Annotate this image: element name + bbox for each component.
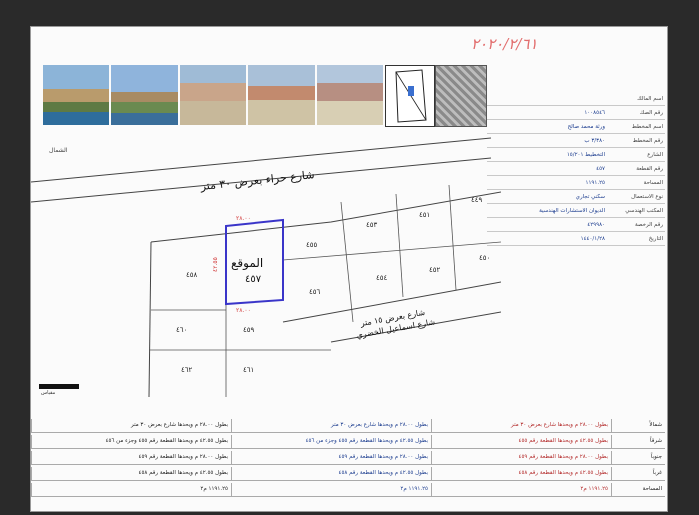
info-row-label: رقم الرخصة <box>634 222 663 228</box>
info-row-label: اسم المالك <box>637 96 663 102</box>
info-row: اسم المخطط ورثة محمد صالح <box>487 121 665 134</box>
info-row-label: اسم المخطط <box>631 124 663 130</box>
key-map-sketch <box>395 69 427 123</box>
info-row: التاريخ ١٤٤٠/١/٢٨ <box>487 233 665 246</box>
info-row: نوع الاستعمال سكني تجاري <box>487 191 665 204</box>
table-cell: بطول ٢٨.٠٠ م ويحدها القطعة رقم ٤٥٩ <box>231 451 431 464</box>
info-row: رقم المخطط ٣/٣٨٠ ب <box>487 135 665 148</box>
parcel-453: ٤٥٣ <box>366 221 378 229</box>
info-row-value: ٤٥٧ <box>596 166 605 172</box>
table-cell: شرقاً <box>611 435 665 448</box>
info-row-value: ورثة محمد صالح <box>567 124 605 130</box>
info-panel: اسم المالك رقم الصك ١٠٠٨٥٤٦ اسم المخطط ورثة … <box>487 63 665 393</box>
site-plan-drawing: شارع حراء بعرض ٣٠ متر الشمال الموقع ٤٥٧ … <box>31 137 502 398</box>
parcel-461: ٤٦١ <box>243 366 254 374</box>
table-cell: بطول ٤٢.٥٥ م ويحدها القطعة رقم ٤٥٥ <box>431 435 611 448</box>
aerial-map-thumbnail <box>435 65 487 127</box>
table-cell: شمالاً <box>611 419 665 432</box>
info-row-value: ١٠٠٨٥٤٦ <box>584 110 605 116</box>
info-row-label: رقم الصك <box>639 110 663 116</box>
table-cell: جنوباً <box>611 451 665 464</box>
info-row: الشارع التخطيط ١٥/٢٠١ <box>487 149 665 162</box>
site-photos <box>43 65 384 125</box>
scale-label: مقياس <box>41 390 56 396</box>
location-key-map <box>385 65 435 127</box>
table-cell: بطول ٢٨.٠٠ م ويحدها شارع بعرض ٣٠ متر <box>231 419 431 432</box>
dimension-side: ٤٢.٥٥ <box>212 257 219 272</box>
parcel-458: ٤٥٨ <box>186 271 198 279</box>
info-row-value: التخطيط ١٥/٢٠١ <box>566 152 605 158</box>
info-row-value: ١٤٤٠/١/٢٨ <box>580 236 605 242</box>
site-photo-3 <box>179 65 247 125</box>
parcel-455: ٤٥٥ <box>306 241 318 249</box>
info-row-label: المكتب الهندسي <box>625 208 663 214</box>
site-number: ٤٥٧ <box>245 274 262 285</box>
info-row: اسم المالك <box>487 93 665 106</box>
info-row-value: سكني تجاري <box>575 194 605 200</box>
scale-bar <box>39 384 79 389</box>
table-row: بطول ٢٨.٠٠ م ويحدها شارع بعرض ٣٠ متر بطول… <box>31 419 665 433</box>
handwritten-date: ٢٠٢٠/٢/٦١ <box>471 35 538 53</box>
parcel-462: ٤٦٢ <box>181 366 193 374</box>
table-cell: بطول ٢٨.٠٠ م ويحدها القطعة رقم ٤٥٩ <box>31 451 231 464</box>
parcel-449: ٤٤٩ <box>471 196 483 204</box>
parcel-452: ٤٥٢ <box>429 266 441 274</box>
north-label: الشمال <box>49 147 68 154</box>
table-cell: بطول ٤٢.٥٥ م ويحدها القطعة رقم ٤٥٨ <box>231 467 431 480</box>
info-row: المكتب الهندسي الديوان الاستشارات الهندسي… <box>487 205 665 218</box>
dimension-top: ٢٨.٠٠ <box>236 215 251 222</box>
info-row: رقم الصك ١٠٠٨٥٤٦ <box>487 107 665 120</box>
info-row-label: رقم القطعة <box>636 166 663 172</box>
parcel-460: ٤٦٠ <box>176 326 187 334</box>
parcel-451: ٤٥١ <box>419 211 430 219</box>
info-row-label: نوع الاستعمال <box>631 194 663 200</box>
info-row-label: التاريخ <box>648 236 663 242</box>
table-cell: بطول ٤٢.٥٥ م ويحدها القطعة رقم ٤٥٨ <box>31 467 231 480</box>
table-cell: بطول ٢٨.٠٠ م ويحدها شارع بعرض ٣٠ متر <box>431 419 611 432</box>
table-row: بطول ٤٢.٥٥ م ويحدها القطعة رقم ٤٥٨ بطول ٤… <box>31 467 665 481</box>
site-photo-2 <box>111 65 178 125</box>
table-cell: غرباً <box>611 467 665 480</box>
info-row-value: الديوان الاستشارات الهندسية <box>539 208 605 214</box>
info-row: المساحة ١١٩١.٢٥ <box>487 177 665 190</box>
info-row-value: ٤٢٩٩٨٠ <box>587 222 605 228</box>
info-row: رقم القطعة ٤٥٧ <box>487 163 665 176</box>
parcel-454: ٤٥٤ <box>376 274 388 282</box>
info-row-value: ٣/٣٨٠ ب <box>584 138 605 144</box>
table-cell: بطول ٤٢.٥٥ م ويحدها القطعة رقم ٤٥٥ وجزء … <box>231 435 431 448</box>
site-photo-4 <box>248 65 315 125</box>
table-row: ١١٩١.٢٥ م٢ ١١٩١.٢٥ م٢ ١١٩١.٢٥ م٢ المساحة <box>31 483 665 497</box>
info-row-label: رقم المخطط <box>632 138 663 144</box>
table-cell: بطول ٢٨.٠٠ م ويحدها القطعة رقم ٤٥٩ <box>431 451 611 464</box>
info-row: رقم الرخصة ٤٢٩٩٨٠ <box>487 219 665 232</box>
parcel-459: ٤٥٩ <box>243 326 255 334</box>
table-cell: بطول ٢٨.٠٠ م ويحدها شارع بعرض ٣٠ متر <box>31 419 231 432</box>
table-cell: ١١٩١.٢٥ م٢ <box>31 483 231 496</box>
site-label: الموقع <box>231 256 263 271</box>
parcel-456: ٤٥٦ <box>309 288 321 296</box>
plot-plan-document: ٢٠٢٠/٢/٦١ اسم المالك رقم الصك ١٠٠٨٥٤٦ اسم ا… <box>30 26 668 512</box>
parcel-450: ٤٥٠ <box>479 254 490 262</box>
site-photo-5 <box>316 65 384 125</box>
site-plan: شارع حراء بعرض ٣٠ متر الشمال الموقع ٤٥٧ … <box>31 122 502 398</box>
street-north-label: شارع حراء بعرض ٣٠ متر <box>199 168 315 193</box>
table-cell: بطول ٤٢.٥٥ م ويحدها القطعة رقم ٤٥٥ وجزء … <box>31 435 231 448</box>
info-row-label: المساحة <box>643 180 663 186</box>
table-cell: ١١٩١.٢٥ م٢ <box>431 483 611 496</box>
table-cell: بطول ٤٢.٥٥ م ويحدها القطعة رقم ٤٥٨ <box>431 467 611 480</box>
dimension-bottom: ٢٨.٠٠ <box>236 307 251 314</box>
table-row: بطول ٤٢.٥٥ م ويحدها القطعة رقم ٤٥٥ وجزء … <box>31 435 665 449</box>
table-cell: ١١٩١.٢٥ م٢ <box>231 483 431 496</box>
table-cell: المساحة <box>611 483 665 496</box>
boundaries-table: بطول ٢٨.٠٠ م ويحدها شارع بعرض ٣٠ متر بطول… <box>31 399 665 509</box>
site-photo-1 <box>43 65 110 125</box>
info-row-value: ١١٩١.٢٥ <box>585 180 605 186</box>
table-row: بطول ٢٨.٠٠ م ويحدها القطعة رقم ٤٥٩ بطول ٢… <box>31 451 665 465</box>
info-row-label: الشارع <box>647 152 663 158</box>
